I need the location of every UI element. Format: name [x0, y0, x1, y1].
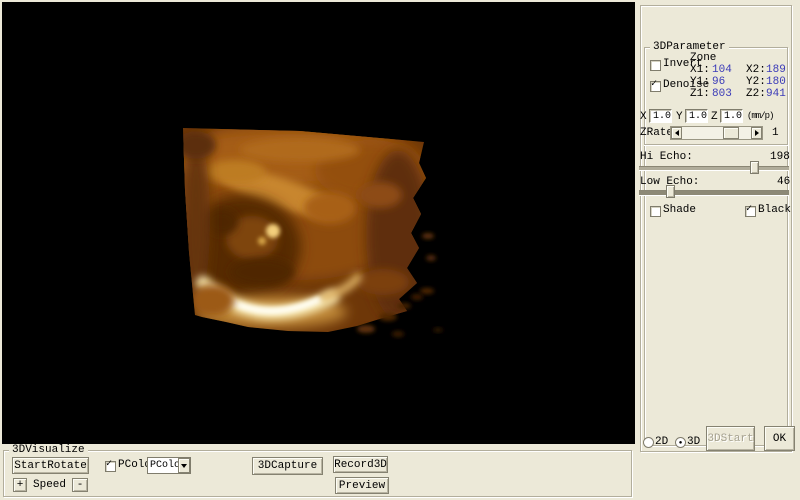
- record3d-button[interactable]: Record3D: [333, 456, 388, 473]
- divider: [644, 144, 788, 146]
- zone-row-label: Z1:: [690, 89, 710, 100]
- black-checkbox[interactable]: ✓: [745, 206, 756, 217]
- ultrasound-render: [2, 2, 635, 444]
- start-rotate-button[interactable]: StartRotate: [12, 457, 89, 474]
- checkmark-icon: ✓: [651, 79, 657, 90]
- scale-unit-label: (mm/p): [747, 111, 773, 122]
- capture-button[interactable]: 3DCapture: [252, 457, 323, 475]
- low-echo-slider-track[interactable]: [639, 190, 789, 196]
- zone-row-value: 189: [766, 65, 786, 76]
- zone-row-value: 803: [712, 89, 732, 100]
- hi-echo-slider-thumb[interactable]: [750, 161, 759, 174]
- hi-echo-slider-track[interactable]: [639, 166, 789, 171]
- arrow-left-icon: [675, 130, 679, 136]
- ok-button[interactable]: OK: [764, 426, 795, 451]
- zrate-scroll-right-button[interactable]: [751, 127, 762, 139]
- zrate-label: ZRate: [640, 128, 673, 139]
- invert-checkbox[interactable]: [650, 60, 661, 71]
- parameter-groupbox: 3DParameter: [644, 47, 788, 446]
- preview-button[interactable]: Preview: [335, 477, 389, 494]
- speed-label: Speed: [33, 480, 66, 491]
- shade-checkbox[interactable]: [650, 206, 661, 217]
- zrate-scrollbar[interactable]: [670, 126, 763, 140]
- shade-label: Shade: [663, 205, 696, 216]
- zrate-value: 1: [772, 128, 779, 139]
- checkmark-icon: ✓: [106, 459, 112, 470]
- zone-row-label: X1:: [690, 65, 710, 76]
- zone-row-label: Z2:: [746, 89, 766, 100]
- scale-x-input[interactable]: [649, 109, 672, 123]
- zrate-scroll-left-button[interactable]: [671, 127, 682, 139]
- mode-2d-label: 2D: [655, 437, 668, 448]
- start3d-button[interactable]: 3DStart: [706, 426, 755, 451]
- zone-row-label: Y2:: [746, 77, 766, 88]
- zrate-scroll-thumb[interactable]: [723, 127, 739, 139]
- speed-plus-button[interactable]: +: [13, 478, 27, 492]
- speed-minus-button[interactable]: -: [72, 478, 88, 492]
- zone-row-value: 941: [766, 89, 786, 100]
- arrow-right-icon: [755, 130, 759, 136]
- pcolor-dropdown-button[interactable]: [178, 458, 190, 473]
- visualize-group-title: 3DVisualize: [9, 444, 88, 456]
- hi-echo-value: 198: [770, 152, 790, 163]
- app-window: { "colors": { "panel_bg": "#ece9d8", "vi…: [0, 0, 800, 500]
- low-echo-slider-thumb[interactable]: [666, 185, 675, 198]
- low-echo-value: 46: [777, 177, 790, 188]
- zone-row-label: X2:: [746, 65, 766, 76]
- black-label: Black: [758, 205, 791, 216]
- mode-2d-radio[interactable]: [643, 437, 654, 448]
- zone-row-label: Y1:: [690, 77, 710, 88]
- mode-3d-label: 3D: [687, 437, 700, 448]
- render-viewport[interactable]: [2, 2, 635, 444]
- pcolor-checkbox[interactable]: ✓: [105, 461, 116, 472]
- zone-row-value: 104: [712, 65, 732, 76]
- chevron-down-icon: [181, 464, 187, 468]
- zone-title: Zone: [690, 53, 716, 64]
- denoise-checkbox[interactable]: ✓: [650, 81, 661, 92]
- checkmark-icon: ✓: [746, 204, 752, 215]
- zone-row-value: 180: [766, 77, 786, 88]
- zone-row-value: 96: [712, 77, 725, 88]
- scale-z-input[interactable]: [720, 109, 743, 123]
- mode-3d-radio[interactable]: ●: [675, 437, 686, 448]
- radio-dot-icon: ●: [679, 438, 683, 447]
- hi-echo-label: Hi Echo:: [640, 152, 693, 163]
- pcolor-dropdown[interactable]: PColor: [147, 457, 191, 474]
- scale-y-input[interactable]: [685, 109, 708, 123]
